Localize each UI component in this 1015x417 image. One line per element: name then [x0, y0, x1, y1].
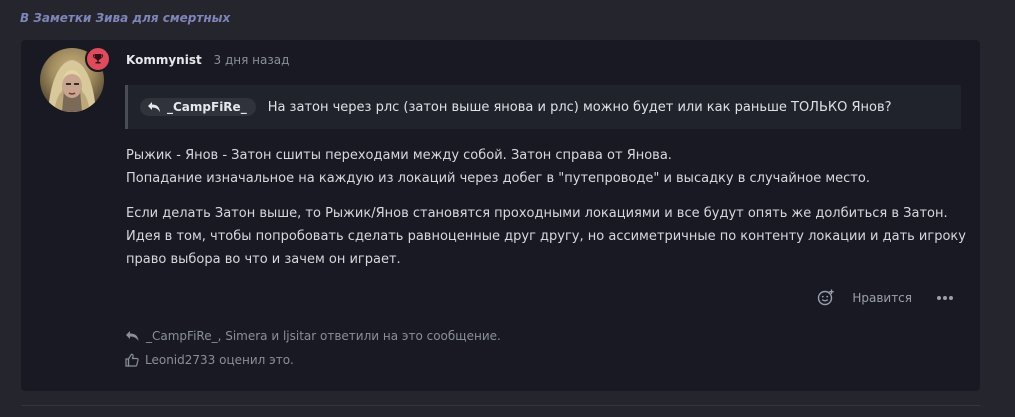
- quote-author-name: _CampFiRe_: [167, 100, 247, 114]
- author-name[interactable]: Kommynist: [126, 53, 202, 67]
- post-actions: Нравится: [817, 289, 954, 306]
- replies-text: _CampFiRe_, Simera и ljsitar ответили на…: [146, 329, 501, 343]
- reply-arrow-icon: [148, 102, 160, 112]
- post-paragraph: Рыжик - Янов - Затон сшиты переходами ме…: [126, 148, 672, 163]
- likes-summary[interactable]: Leonid2733 оценил это.: [125, 353, 294, 367]
- thumbs-up-icon: [125, 353, 139, 367]
- replies-summary[interactable]: _CampFiRe_, Simera и ljsitar ответили на…: [125, 329, 501, 343]
- post-paragraph: Если делать Затон выше, то Рыжик/Янов ст…: [126, 206, 966, 267]
- quote-block: _CampFiRe_ На затон через рлс (затон выш…: [125, 85, 961, 129]
- trophy-badge-icon[interactable]: [85, 46, 111, 72]
- post-body: Рыжик - Янов - Затон сшиты переходами ме…: [126, 144, 966, 271]
- more-dots-icon[interactable]: [936, 295, 954, 301]
- post-meta: Kommynist 3 дня назад: [126, 53, 289, 67]
- breadcrumb[interactable]: В Заметки Зива для смертных: [20, 11, 230, 25]
- post-time[interactable]: 3 дня назад: [214, 53, 290, 67]
- post-card: Kommynist 3 дня назад _CampFiRe_ На зато…: [21, 40, 980, 391]
- reply-arrow-icon: [126, 331, 139, 341]
- like-button[interactable]: Нравится: [852, 291, 912, 305]
- post-paragraph: Попадание изначальное на каждую из локац…: [126, 171, 870, 186]
- likes-text: Leonid2733 оценил это.: [145, 353, 294, 367]
- quote-author-chip[interactable]: _CampFiRe_: [140, 98, 256, 116]
- divider: [21, 405, 980, 406]
- quote-text: На затон через рлс (затон выше янова и р…: [267, 99, 892, 115]
- smiley-react-icon[interactable]: [817, 289, 835, 306]
